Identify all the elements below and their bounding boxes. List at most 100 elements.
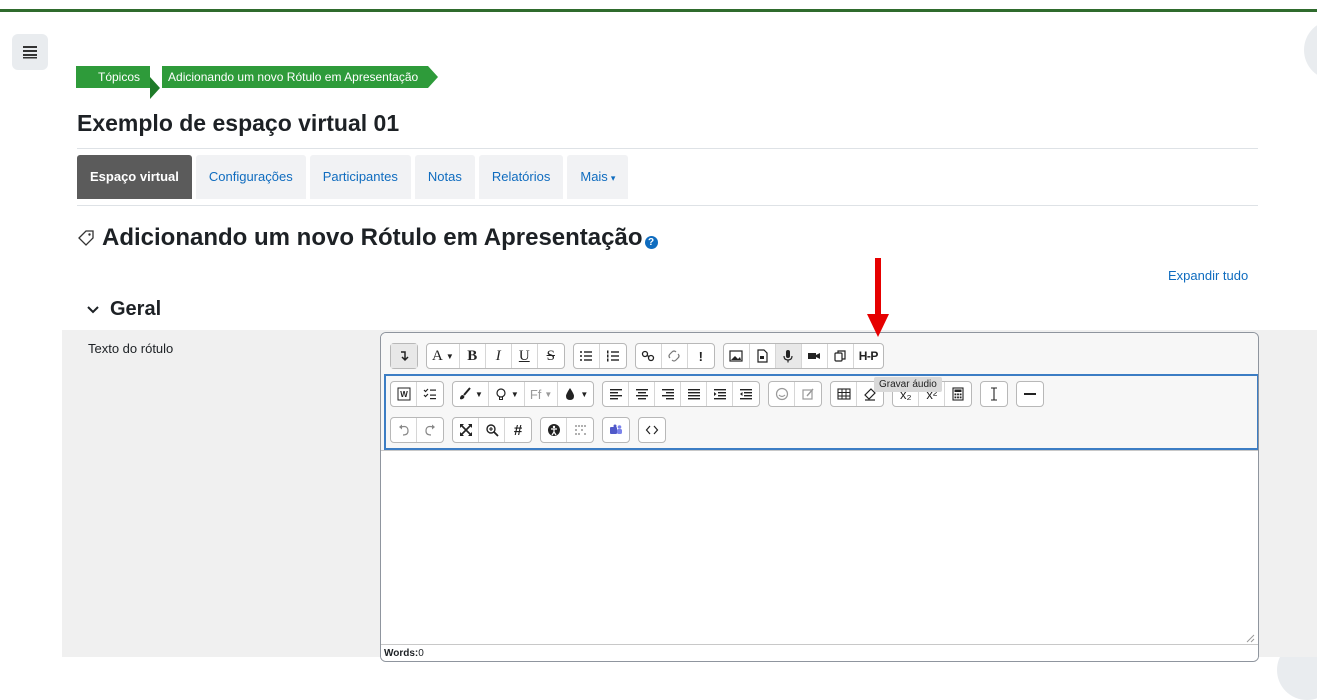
word-count-value: 0 <box>418 648 424 659</box>
chevron-down-icon <box>87 305 99 313</box>
tooltip: Gravar áudio <box>874 377 942 392</box>
undo-icon <box>398 424 409 436</box>
unlink-icon <box>668 350 680 362</box>
insert-h5p-button[interactable]: H-P <box>854 344 883 368</box>
align-left-button[interactable] <box>603 382 630 406</box>
tab-more[interactable]: Mais ▾ <box>567 155 629 199</box>
page-heading: Adicionando um novo Rótulo em Apresentaç… <box>77 224 658 252</box>
link-button[interactable] <box>636 344 662 368</box>
horizontal-line-icon <box>1024 393 1037 395</box>
link-icon <box>642 350 655 362</box>
numbered-list-icon <box>606 350 619 362</box>
tab-course[interactable]: Espaço virtual <box>77 155 192 199</box>
record-audio-button[interactable] <box>775 344 802 368</box>
zoom-icon <box>485 424 499 437</box>
emoji-button[interactable] <box>769 382 796 406</box>
svg-text:W: W <box>400 390 408 399</box>
word-icon: W <box>397 387 410 401</box>
paste-from-word-button[interactable]: W <box>391 382 417 406</box>
section-toggle-general[interactable]: Geral <box>86 298 161 321</box>
table-icon <box>837 388 851 400</box>
editor-content-area[interactable] <box>381 452 1258 644</box>
undo-button[interactable] <box>391 418 417 442</box>
redo-icon <box>425 424 435 436</box>
collapse-toolbar-icon <box>401 351 409 362</box>
breadcrumb-item-current[interactable]: Adicionando um novo Rótulo em Apresentaç… <box>162 66 429 88</box>
highlight-button[interactable]: ▼ <box>489 382 525 406</box>
video-camera-icon <box>808 353 821 359</box>
align-center-button[interactable] <box>629 382 656 406</box>
accessibility-checker-button[interactable]: ! <box>688 344 714 368</box>
word-count-label: Words: <box>384 648 419 659</box>
brush-icon <box>460 387 471 400</box>
text-cursor-button[interactable] <box>981 382 1007 406</box>
html-source-button[interactable] <box>639 418 665 442</box>
expand-all-link[interactable]: Expandir tudo <box>1168 268 1248 283</box>
calculator-button[interactable] <box>945 382 971 406</box>
top-bar <box>0 0 1317 12</box>
indent-button[interactable] <box>707 382 734 406</box>
calculator-icon <box>952 387 964 401</box>
toolbar-row-3: # <box>390 417 674 443</box>
accessibility-button[interactable] <box>541 418 567 442</box>
microphone-icon <box>783 350 793 363</box>
tab-reports[interactable]: Relatórios <box>478 155 564 199</box>
hashtag-button[interactable]: # <box>505 418 531 442</box>
block-drawer-toggle[interactable] <box>1304 20 1317 80</box>
breadcrumb-end <box>428 66 439 88</box>
underline-button[interactable]: U <box>512 344 538 368</box>
tab-participants[interactable]: Participantes <box>309 155 411 199</box>
toolbar-row-1: A ▼ B I U S ! H-P <box>390 343 892 369</box>
expand-icon <box>459 424 472 436</box>
manage-files-button[interactable] <box>828 344 854 368</box>
checklist-button[interactable] <box>417 382 443 406</box>
record-video-button[interactable] <box>802 344 828 368</box>
toolbar-row-2: W ▼ ▼ Ff ▼ ▼ x₂ x² <box>390 381 1052 407</box>
ordered-list-button[interactable] <box>600 344 626 368</box>
tab-grades[interactable]: Notas <box>414 155 475 199</box>
justify-button[interactable] <box>681 382 708 406</box>
font-family-button[interactable]: Ff ▼ <box>525 382 559 406</box>
braille-icon <box>575 425 586 435</box>
strikethrough-button[interactable]: S <box>538 344 564 368</box>
outdent-button[interactable] <box>733 382 759 406</box>
chevron-down-icon: ▾ <box>610 173 616 183</box>
bold-button[interactable]: B <box>460 344 486 368</box>
italic-button[interactable]: I <box>486 344 512 368</box>
accessibility-icon <box>547 424 560 436</box>
course-index-toggle[interactable] <box>12 34 48 70</box>
align-right-button[interactable] <box>655 382 682 406</box>
label-tag-icon <box>78 230 94 246</box>
resize-handle-icon[interactable] <box>1245 633 1255 643</box>
section-title: Geral <box>110 298 162 320</box>
toolbar-toggle-button[interactable] <box>391 344 417 368</box>
align-center-icon <box>635 389 648 400</box>
horizontal-rule-button[interactable] <box>1017 382 1043 406</box>
secondary-navigation: Espaço virtual Configurações Participant… <box>77 155 629 199</box>
insert-image-button[interactable] <box>724 344 750 368</box>
font-color-button[interactable]: ▼ <box>558 382 593 406</box>
lightbulb-icon <box>496 388 506 400</box>
teams-meeting-button[interactable] <box>603 418 629 442</box>
find-replace-button[interactable] <box>479 418 505 442</box>
font-size-button[interactable]: A ▼ <box>427 344 460 368</box>
insert-media-button[interactable] <box>750 344 776 368</box>
screenreader-helper-button[interactable] <box>567 418 593 442</box>
text-editor: A ▼ B I U S ! H-P W ▼ ▼ Ff ▼ ▼ x₂ x² # G… <box>380 332 1259 662</box>
unlink-button[interactable] <box>662 344 688 368</box>
unordered-list-button[interactable] <box>574 344 600 368</box>
editor-toolbar: A ▼ B I U S ! H-P W ▼ ▼ Ff ▼ ▼ x₂ x² # G… <box>381 333 1258 451</box>
breadcrumb-item-topics[interactable]: Tópicos <box>76 66 151 88</box>
word-count: Words:0 <box>381 644 1258 661</box>
teams-icon <box>610 424 622 434</box>
fullscreen-button[interactable] <box>453 418 479 442</box>
divider <box>77 205 1258 206</box>
font-family-label: Ff <box>529 386 542 402</box>
insert-table-button[interactable] <box>831 382 858 406</box>
brush-style-button[interactable]: ▼ <box>453 382 489 406</box>
align-left-icon <box>609 389 622 400</box>
redo-button[interactable] <box>417 418 443 442</box>
help-icon[interactable]: ? <box>644 235 658 249</box>
tab-settings[interactable]: Configurações <box>195 155 306 199</box>
equation-button[interactable] <box>795 382 821 406</box>
